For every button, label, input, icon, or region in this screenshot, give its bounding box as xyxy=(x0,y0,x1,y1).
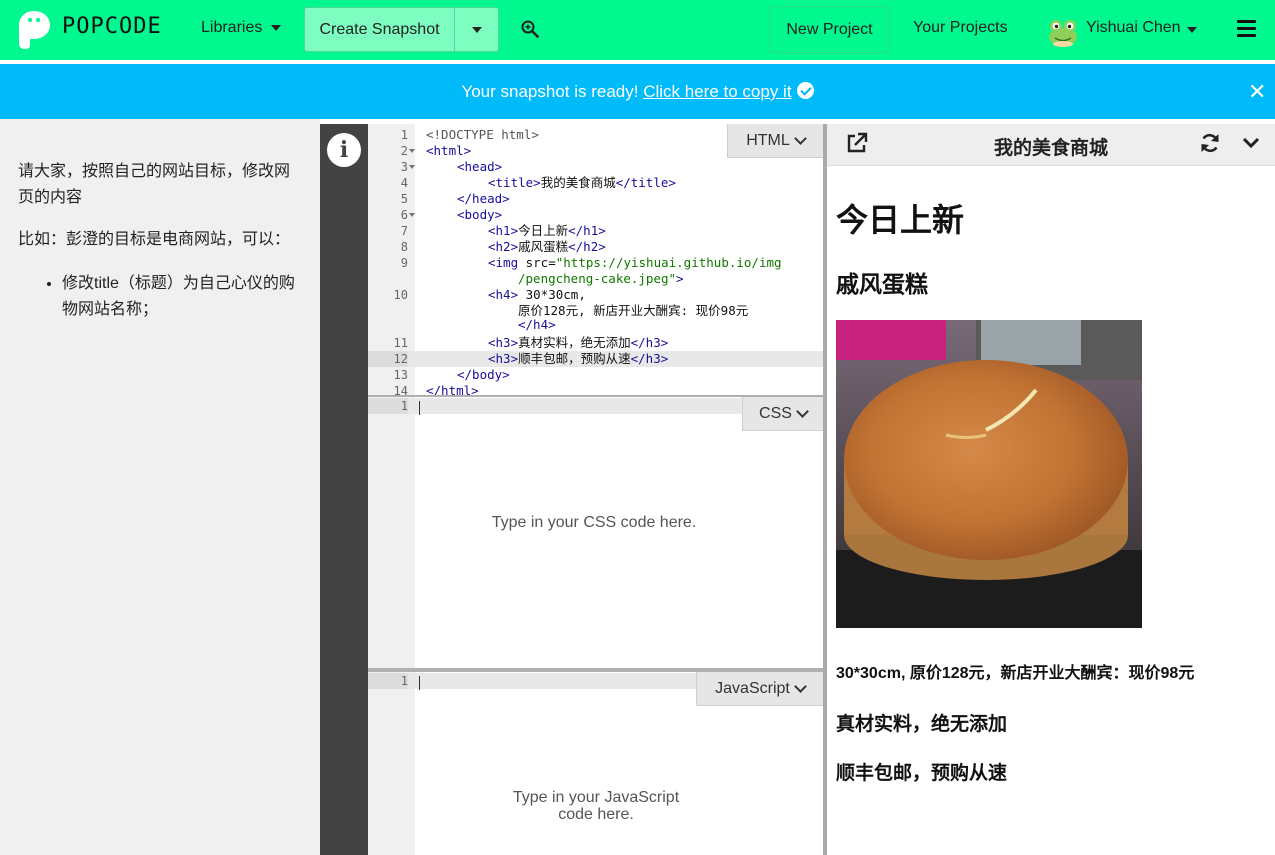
fold-arrow-icon[interactable] xyxy=(409,165,415,169)
fold-arrow-icon[interactable] xyxy=(409,213,415,217)
your-projects-link[interactable]: Your Projects xyxy=(913,19,1008,37)
javascript-language-button[interactable]: JavaScript xyxy=(696,672,823,706)
code-line: <head> xyxy=(457,159,503,174)
code-line: <h1>今日上新</h1> xyxy=(488,223,606,238)
line-number: 3 xyxy=(400,160,408,174)
css-placeholder: Type in your CSS code here. xyxy=(491,514,697,531)
libraries-menu[interactable]: Libraries xyxy=(201,19,282,37)
html-editor[interactable]: 1 <!DOCTYPE html> 2 <html> 3 <head> 4 <title… xyxy=(368,124,823,395)
create-snapshot-group: Create Snapshot xyxy=(304,7,499,52)
code-line: <h4> 30*30cm, xyxy=(488,287,586,302)
text-cursor xyxy=(419,676,420,690)
close-icon[interactable]: ✕ xyxy=(1248,64,1266,119)
code-line: <!DOCTYPE html> xyxy=(426,127,539,142)
javascript-editor[interactable]: 1 Type in your JavaScript code here. Jav… xyxy=(368,672,823,855)
new-project-button[interactable]: New Project xyxy=(769,6,890,53)
line-number: 9 xyxy=(400,256,408,270)
placeholder-line: code here. xyxy=(558,806,634,823)
refresh-icon[interactable] xyxy=(1199,132,1221,154)
instructions-panel: 请大家，按照自己的网站目标，修改网页的内容 比如：彭澄的目标是电商网站，可以： … xyxy=(0,119,320,855)
html-language-button[interactable]: HTML xyxy=(727,124,823,158)
caret-down-icon xyxy=(471,26,482,33)
preview-heading-2: 戚风蛋糕 xyxy=(836,271,928,297)
html-language-label: HTML xyxy=(746,131,790,149)
code-line-wrap: /pengcheng-cake.jpeg"> xyxy=(518,271,684,286)
active-line: 12 <h3>顺丰包邮，预购从速</h3> xyxy=(368,351,823,367)
user-menu[interactable]: Yishuai Chen xyxy=(1086,19,1181,37)
preview-header: 我的美食商城 xyxy=(827,124,1275,166)
preview-frame: 今日上新 戚风蛋糕 30*30cm, 原价128元，新店开业大酬宾：现价98元 … xyxy=(827,167,1275,855)
line-number: 4 xyxy=(400,176,408,190)
placeholder-line: Type in your JavaScript xyxy=(512,789,680,806)
line-number: 14 xyxy=(393,384,408,395)
line-number: 5 xyxy=(400,192,408,206)
code-line: </head> xyxy=(457,191,510,206)
caret-down-icon xyxy=(271,24,282,31)
line-number: 1 xyxy=(368,398,408,414)
line-gutter xyxy=(368,672,415,855)
chevron-down-icon xyxy=(796,404,809,418)
instructions-paragraph: 比如：彭澄的目标是电商网站，可以： xyxy=(18,231,291,248)
css-language-button[interactable]: CSS xyxy=(742,397,823,431)
code-line: </html> xyxy=(426,383,479,395)
css-language-label: CSS xyxy=(759,404,792,422)
line-number: 1 xyxy=(368,673,408,689)
line-number: 12 xyxy=(368,351,408,367)
check-circle-icon xyxy=(796,82,814,99)
chevron-down-icon[interactable] xyxy=(1242,134,1260,152)
code-line: <h2>戚风蛋糕</h2> xyxy=(488,239,606,254)
avatar-frog-icon[interactable] xyxy=(1047,17,1079,47)
snapshot-dropdown-button[interactable] xyxy=(455,7,499,52)
code-line: <img src="https://yishuai.github.io/img xyxy=(488,255,782,270)
brand-name[interactable]: POPCODE xyxy=(62,14,162,39)
line-number: 8 xyxy=(400,240,408,254)
instructions-list: 修改title（标题）为自己心仪的购物网站名称； xyxy=(18,271,302,323)
notification-text: Your snapshot is ready! xyxy=(461,82,639,101)
line-number: 1 xyxy=(400,128,408,142)
copy-snapshot-link[interactable]: Click here to copy it xyxy=(643,82,791,101)
instructions-list-item: 修改title（标题）为自己心仪的购物网站名称； xyxy=(62,271,302,323)
line-number: 2 xyxy=(400,144,408,158)
preview-heading-4: 30*30cm, 原价128元，新店开业大酬宾：现价98元 xyxy=(836,665,1195,682)
instructions-toggle-bar[interactable] xyxy=(320,124,368,855)
preview-heading-3: 顺丰包邮，预购从速 xyxy=(836,763,1008,784)
javascript-placeholder: Type in your JavaScript code here. xyxy=(498,789,694,823)
code-line: <html> xyxy=(426,143,472,158)
popcode-logo-icon[interactable] xyxy=(16,9,52,49)
css-editor[interactable]: 1 Type in your CSS code here. CSS xyxy=(368,397,823,668)
code-line: <title>我的美食商城</title> xyxy=(488,175,676,190)
code-line: <h3>顺丰包邮，预购从速</h3> xyxy=(488,351,669,366)
html-code[interactable]: 1 <!DOCTYPE html> 2 <html> 3 <head> 4 <title… xyxy=(368,127,823,395)
cake-image xyxy=(836,320,1142,628)
snapshot-notification: Your snapshot is ready! Click here to co… xyxy=(0,64,1275,119)
fold-arrow-icon[interactable] xyxy=(409,149,415,153)
preview-heading-1: 今日上新 xyxy=(836,202,965,238)
chevron-down-icon xyxy=(793,679,807,693)
chevron-down-icon xyxy=(793,131,807,145)
caret-down-icon[interactable] xyxy=(1187,27,1197,33)
line-number: 7 xyxy=(400,224,408,238)
code-line-wrap: </h4> xyxy=(518,317,556,332)
create-snapshot-button[interactable]: Create Snapshot xyxy=(304,7,455,52)
code-line: <h3>真材实料，绝无添加</h3> xyxy=(488,335,669,350)
line-number: 10 xyxy=(393,288,408,302)
zoom-in-icon[interactable] xyxy=(521,20,539,38)
javascript-language-label: JavaScript xyxy=(715,679,790,697)
top-navbar: POPCODE Libraries Create Snapshot New Pr… xyxy=(0,0,1275,60)
hamburger-icon[interactable] xyxy=(1237,20,1256,38)
text-cursor xyxy=(419,401,420,415)
instructions-paragraph: 请大家，按照自己的网站目标，修改网页的内容 xyxy=(18,163,291,206)
info-icon[interactable]: i xyxy=(327,133,361,167)
preview-heading-3: 真材实料，绝无添加 xyxy=(836,714,1008,735)
code-line: </body> xyxy=(457,367,510,382)
line-number: 13 xyxy=(393,368,408,382)
libraries-label: Libraries xyxy=(201,19,263,36)
line-number: 6 xyxy=(400,208,408,222)
line-number: 11 xyxy=(393,336,408,350)
code-line: <body> xyxy=(457,207,503,222)
line-gutter xyxy=(368,397,415,668)
